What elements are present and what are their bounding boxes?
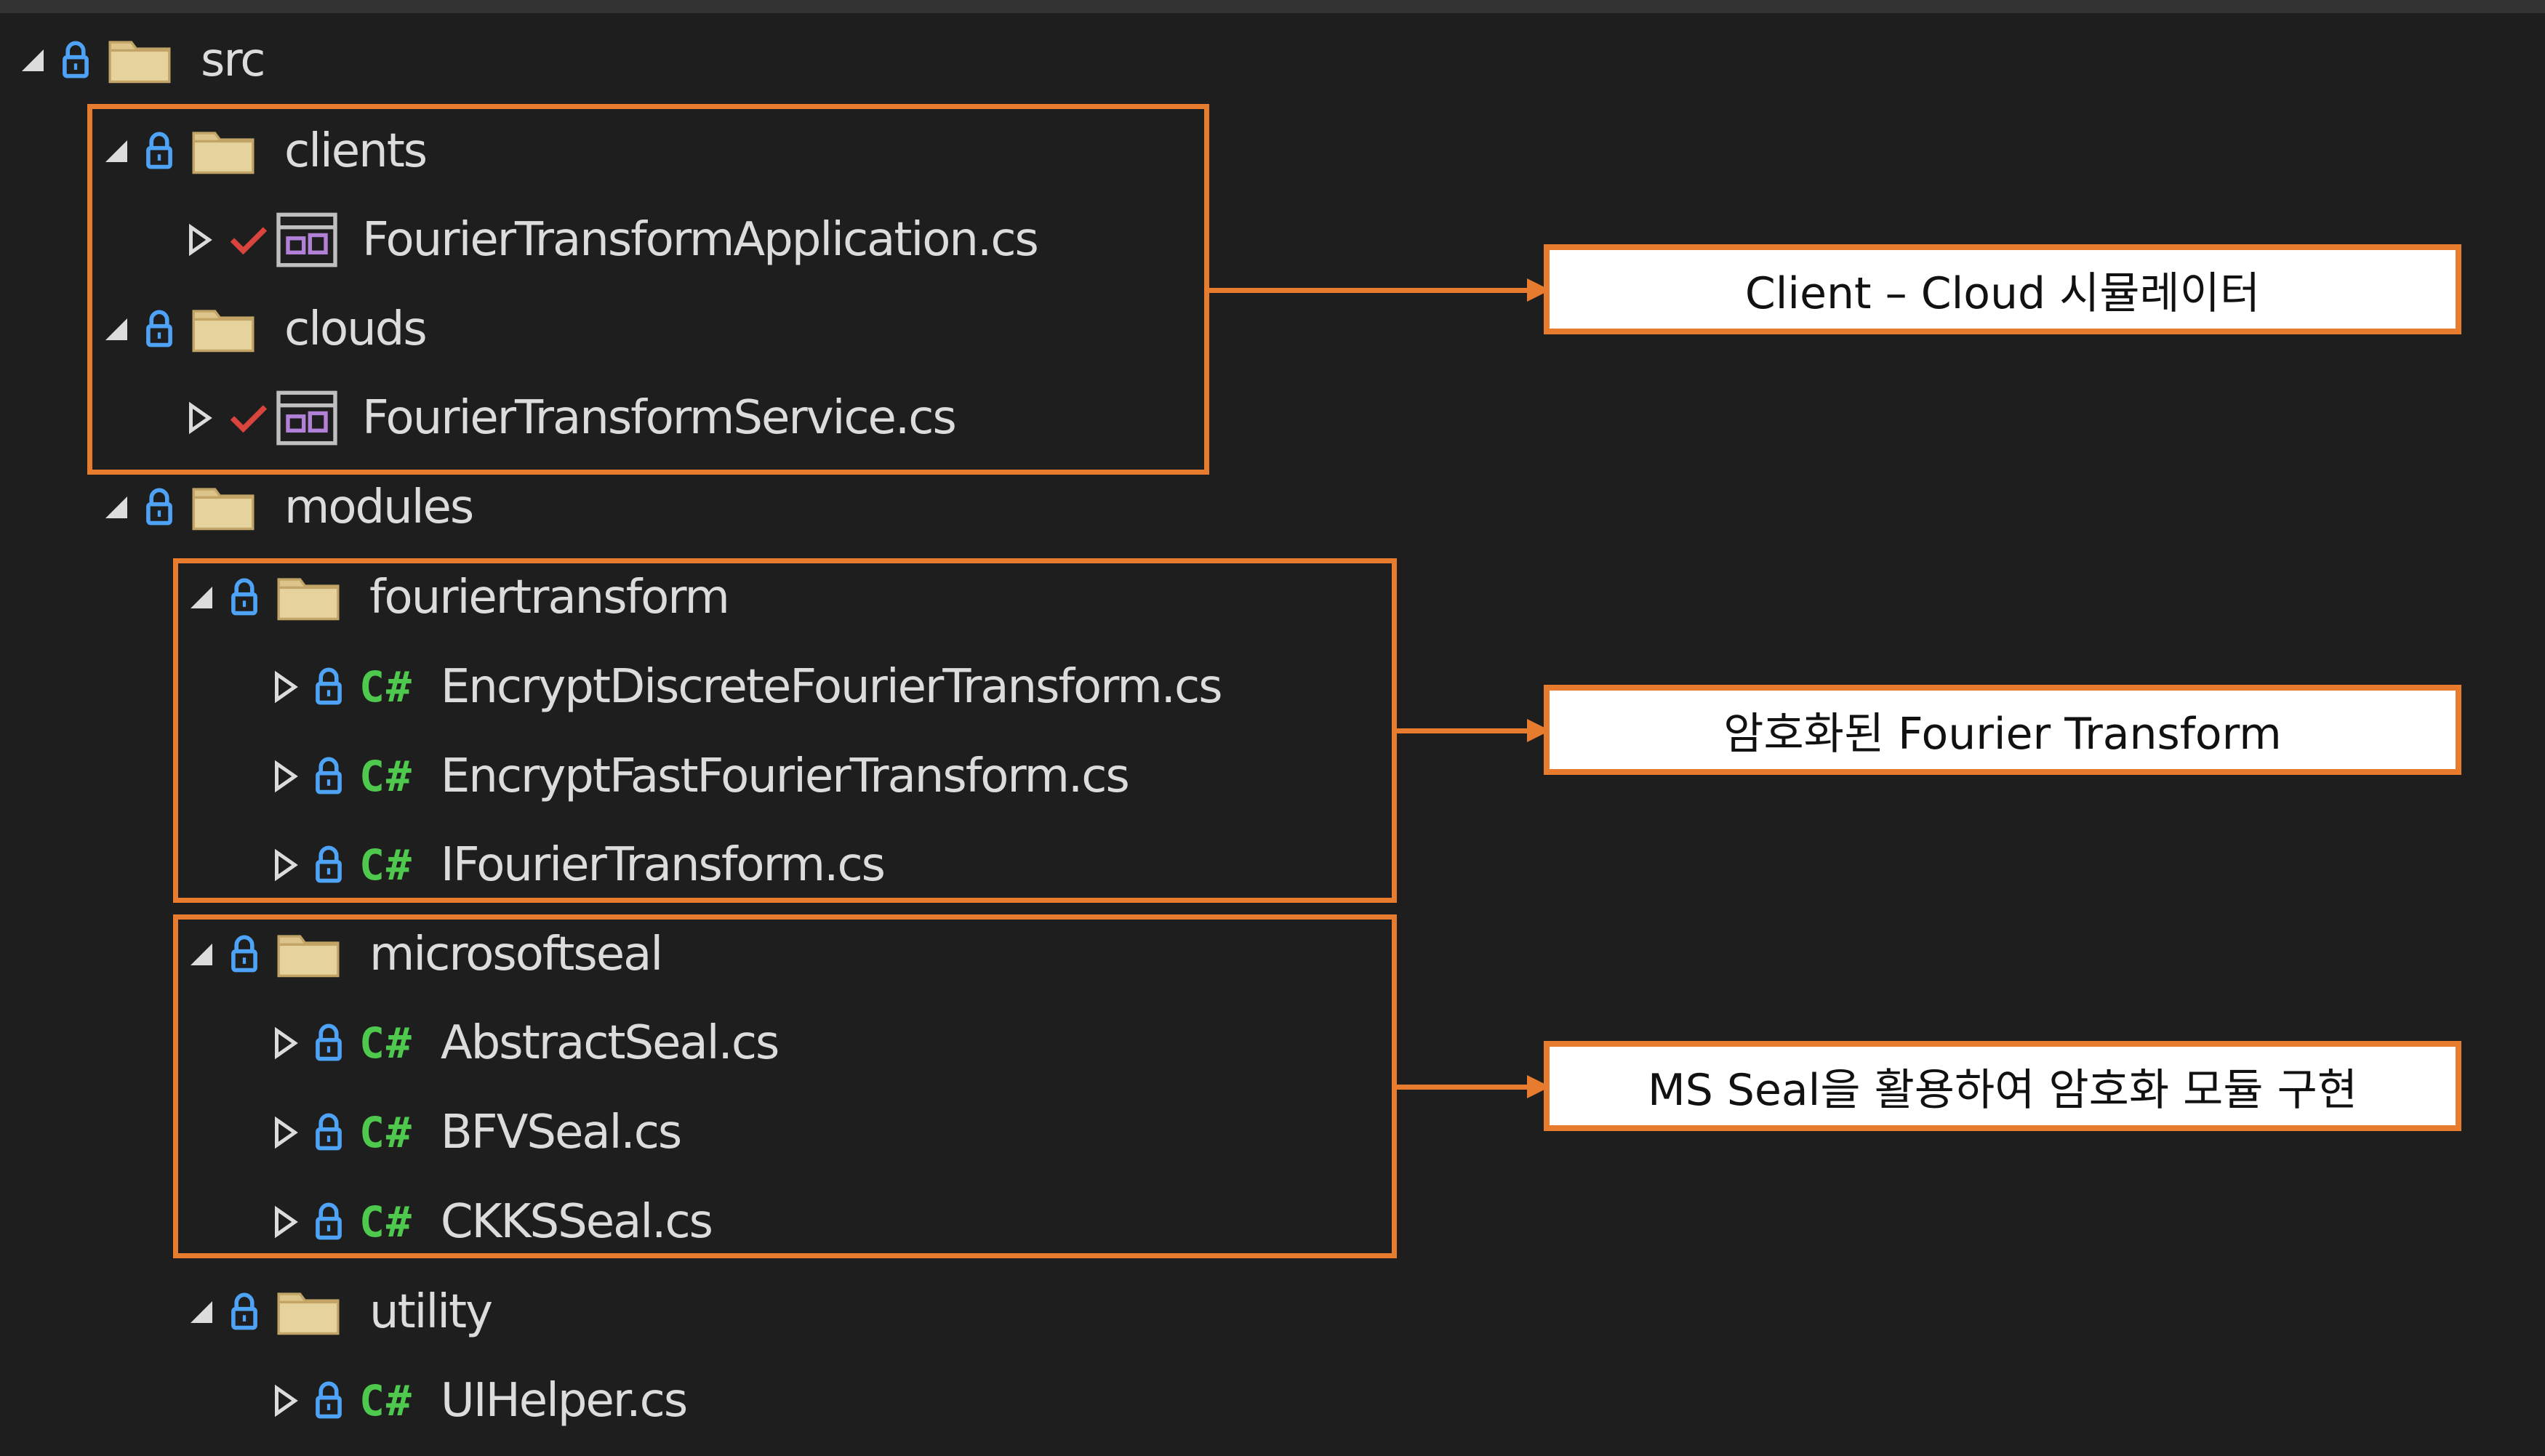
lock-icon xyxy=(146,488,172,526)
expanded-arrow-icon[interactable] xyxy=(15,42,51,79)
folder-icon xyxy=(192,488,254,531)
tree-item-label: UIHelper.cs xyxy=(440,1374,688,1428)
callout-text: MS Seal을 활용하여 암호화 모듈 구현 xyxy=(1647,1064,2358,1116)
callout-fourier: 암호화된 Fourier Transform xyxy=(1544,685,2461,775)
callout-ms-seal: MS Seal을 활용하여 암호화 모듈 구현 xyxy=(1544,1041,2461,1131)
expanded-arrow-icon[interactable] xyxy=(98,489,135,526)
highlight-box-client-cloud xyxy=(87,104,1209,475)
connector-ms-seal xyxy=(1397,1085,1544,1090)
lock-icon xyxy=(231,1292,257,1330)
tree-item-modules[interactable]: modules xyxy=(98,467,474,547)
highlight-box-microsoftseal xyxy=(173,914,1397,1258)
tree-item-label: modules xyxy=(284,480,474,534)
title-bar-strip xyxy=(0,0,2545,13)
highlight-box-fouriertransform xyxy=(173,558,1397,903)
folder-icon xyxy=(108,41,171,84)
lock-icon xyxy=(316,1381,342,1419)
tree-item-ui-helper[interactable]: C# UIHelper.cs xyxy=(268,1361,688,1441)
solution-explorer: src clients FourierTransformApplication.… xyxy=(0,0,2545,1456)
tree-item-utility[interactable]: utility xyxy=(183,1272,493,1352)
tree-item-label: src xyxy=(201,33,265,87)
tree-item-label: utility xyxy=(369,1285,493,1339)
connector-fourier xyxy=(1397,728,1544,733)
expanded-arrow-icon[interactable] xyxy=(183,1294,220,1330)
lock-icon xyxy=(63,41,89,79)
folder-icon xyxy=(277,1292,340,1335)
collapsed-arrow-icon[interactable] xyxy=(268,1383,304,1419)
connector-client-cloud xyxy=(1209,288,1544,293)
callout-text: 암호화된 Fourier Transform xyxy=(1723,708,2282,760)
tree-item-src[interactable]: src xyxy=(15,20,265,100)
csharp-icon: C# xyxy=(359,1376,413,1425)
callout-client-cloud: Client – Cloud 시뮬레이터 xyxy=(1544,244,2461,334)
callout-text: Client – Cloud 시뮬레이터 xyxy=(1744,268,2261,319)
